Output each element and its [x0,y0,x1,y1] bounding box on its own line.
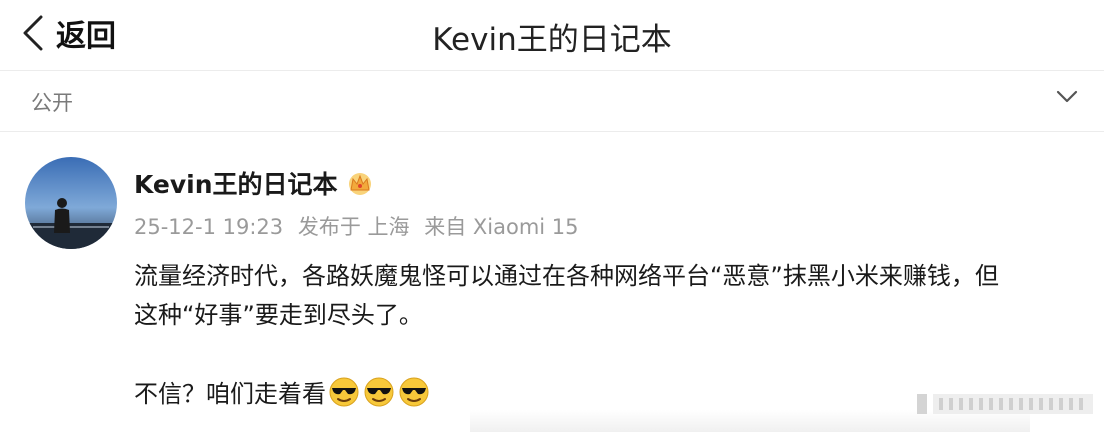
emoji-row [328,376,430,408]
post-meta: 25-12-1 19:23 发布于 上海 来自 Xiaomi 15 [134,211,587,241]
content-line-1: 流量经济时代，各路妖魔鬼怪可以通过在各种网络平台“恶意”抹黑小米来赚钱，但 [134,262,999,290]
username[interactable]: Kevin王的日记本 [134,165,338,201]
avatar-image [25,157,117,249]
divider [0,131,1104,132]
page-title: Kevin王的日记本 [432,22,672,58]
avatar[interactable] [25,157,117,249]
visibility-selector[interactable]: 公开 [0,71,1104,131]
sunglasses-emoji-icon [364,377,394,407]
sunglasses-emoji-icon [329,377,359,407]
post-location: 发布于 上海 [297,215,410,239]
content-line-2: 这种“好事”要走到尽头了。 [134,301,423,329]
navigation-bar: 返回 Kevin王的日记本 [0,0,1104,68]
crown-icon [349,173,371,195]
chevron-down-icon[interactable] [1056,90,1078,104]
content-line-3: 不信？咱们走着看 [134,380,326,408]
post-content: 流量经济时代，各路妖魔鬼怪可以通过在各种网络平台“恶意”抹黑小米来赚钱，但 这种… [134,257,1084,414]
post-date: 25-12-1 19:23 [134,215,284,239]
visibility-label: 公开 [31,91,73,115]
post-device: 来自 Xiaomi 15 [424,215,579,239]
image-strip-icon[interactable] [915,392,1095,416]
sunglasses-emoji-icon [399,377,429,407]
